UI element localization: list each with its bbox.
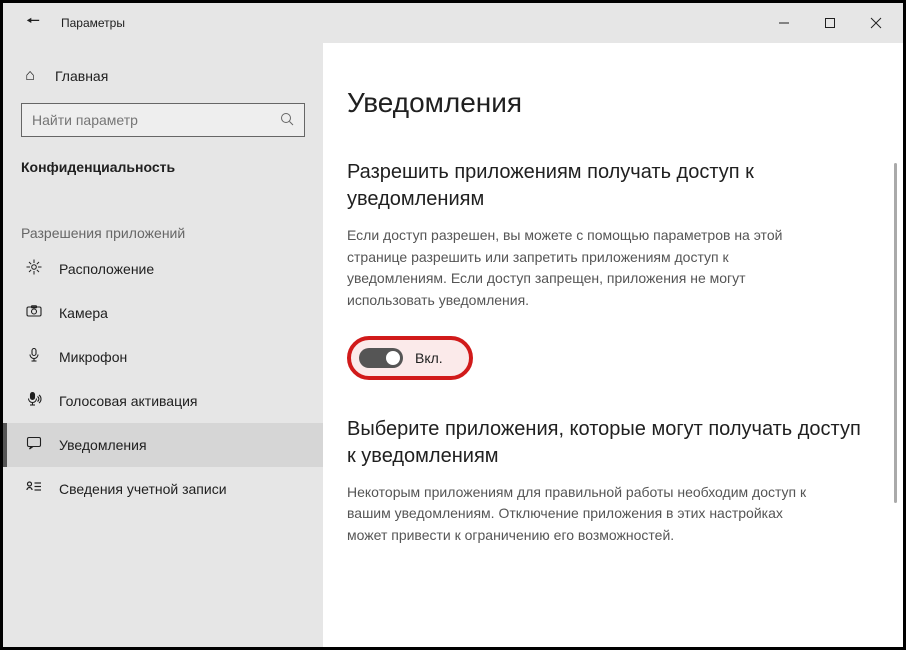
notifications-icon bbox=[25, 435, 43, 455]
sidebar: ⌂ Главная Конфиденциальность Разрешения … bbox=[3, 43, 323, 647]
window-title: Параметры bbox=[61, 16, 125, 30]
toggle-switch-icon bbox=[359, 348, 403, 368]
content-pane: Уведомления Разрешить приложениям получа… bbox=[323, 43, 903, 647]
settings-window: 🠔 Параметры ⌂ Главная Конфиденц bbox=[0, 0, 906, 650]
voice-activation-icon bbox=[25, 391, 43, 411]
home-link[interactable]: ⌂ Главная bbox=[3, 59, 323, 93]
section-desc-choose-apps: Некоторым приложениям для правильной раб… bbox=[347, 482, 827, 547]
body: ⌂ Главная Конфиденциальность Разрешения … bbox=[3, 43, 903, 647]
sidebar-item-account-info[interactable]: Сведения учетной записи bbox=[3, 467, 323, 511]
settings-group-title: Конфиденциальность bbox=[21, 159, 305, 175]
allow-notifications-toggle[interactable]: Вкл. bbox=[347, 336, 473, 380]
section-heading-allow-access: Разрешить приложениям получать доступ к … bbox=[347, 159, 873, 213]
content-scrollbar[interactable] bbox=[894, 163, 897, 627]
settings-subgroup-title: Разрешения приложений bbox=[21, 225, 305, 241]
sidebar-item-microphone[interactable]: Микрофон bbox=[3, 335, 323, 379]
search-icon bbox=[280, 112, 294, 129]
close-icon bbox=[870, 17, 882, 29]
page-title: Уведомления bbox=[347, 87, 873, 119]
back-button[interactable]: 🠔 bbox=[21, 10, 45, 37]
sidebar-item-label: Расположение bbox=[59, 261, 154, 277]
search-box[interactable] bbox=[21, 103, 305, 137]
microphone-icon bbox=[25, 347, 43, 367]
scrollbar-thumb[interactable] bbox=[894, 163, 897, 503]
toggle-state-label: Вкл. bbox=[415, 350, 443, 366]
maximize-button[interactable] bbox=[807, 3, 853, 43]
sidebar-item-label: Микрофон bbox=[59, 349, 127, 365]
location-icon bbox=[25, 259, 43, 279]
home-label: Главная bbox=[55, 68, 108, 84]
maximize-icon bbox=[824, 17, 836, 29]
close-button[interactable] bbox=[853, 3, 899, 43]
sidebar-item-voice-activation[interactable]: Голосовая активация bbox=[3, 379, 323, 423]
sidebar-item-label: Камера bbox=[59, 305, 108, 321]
minimize-button[interactable] bbox=[761, 3, 807, 43]
sidebar-item-label: Уведомления bbox=[59, 437, 147, 453]
search-input[interactable] bbox=[32, 112, 280, 128]
minimize-icon bbox=[778, 17, 790, 29]
sidebar-item-label: Голосовая активация bbox=[59, 393, 198, 409]
arrow-left-icon: 🠔 bbox=[26, 13, 40, 30]
section-desc-allow-access: Если доступ разрешен, вы можете с помощь… bbox=[347, 225, 827, 312]
sidebar-item-label: Сведения учетной записи bbox=[59, 481, 227, 497]
sidebar-item-camera[interactable]: Камера bbox=[3, 291, 323, 335]
home-icon: ⌂ bbox=[21, 67, 39, 85]
titlebar: 🠔 Параметры bbox=[3, 3, 903, 43]
account-info-icon bbox=[25, 479, 43, 499]
section-heading-choose-apps: Выберите приложения, которые могут получ… bbox=[347, 416, 873, 470]
camera-icon bbox=[25, 303, 43, 323]
sidebar-item-location[interactable]: Расположение bbox=[3, 247, 323, 291]
sidebar-item-notifications[interactable]: Уведомления bbox=[3, 423, 323, 467]
